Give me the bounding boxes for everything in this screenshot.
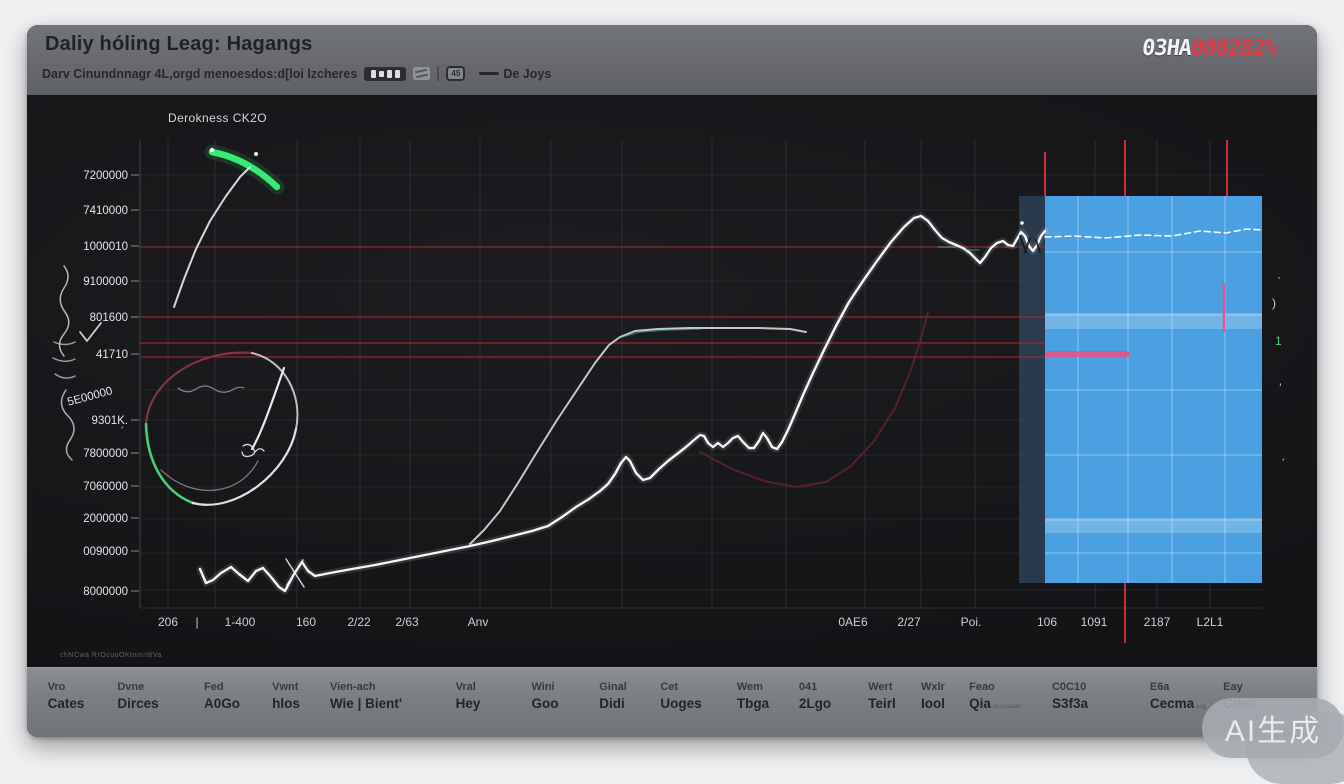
subtitle-row: Darv Cinundnnagr 4L,orgd menoesdos:d[loi… bbox=[42, 66, 551, 81]
chart-footnote: chNCwa RrOcuoOKtnmri8Va bbox=[60, 652, 162, 659]
app-window: Daliy hóling Leag: Hagangs Darv Cinundnn… bbox=[27, 25, 1317, 737]
counter-white-digits: 03HA bbox=[1141, 36, 1193, 61]
bottom-bar-item-label: Hey bbox=[456, 696, 481, 711]
bottom-bar-item[interactable]: Wini Goo bbox=[532, 681, 559, 711]
bottom-bar-item-label: Goo bbox=[532, 696, 559, 711]
bottom-bar-item-top: Wxlr bbox=[921, 681, 945, 693]
bottom-bar-item-label: Uoges bbox=[660, 696, 701, 711]
bottom-bar-item[interactable]: Cet Uoges bbox=[660, 681, 701, 711]
legend-dash-icon bbox=[479, 72, 499, 76]
chart-area: Derokness CK2O chNCwa RrOcuoOKtnmri8Va bbox=[27, 95, 1317, 668]
bottom-bar-item[interactable]: E6a Cecmaaug bbox=[1150, 681, 1206, 711]
bottom-bar-item-top: Cet bbox=[660, 681, 701, 693]
page-subtitle: Darv Cinundnnagr 4L,orgd menoesdos:d[loi… bbox=[42, 67, 357, 81]
bottom-bar-item[interactable]: Wem Tbga bbox=[737, 681, 769, 711]
bottom-bar-item[interactable]: Vral Hey bbox=[456, 681, 481, 711]
page-title: Daliy hóling Leag: Hagangs bbox=[45, 33, 312, 56]
bottom-bar-item-label: Qiaassuranab bbox=[969, 696, 1021, 711]
bottom-bar-item-suffix: assuranab bbox=[993, 704, 1021, 710]
bottom-bar-item-top: Ginal bbox=[599, 681, 627, 693]
divider bbox=[437, 66, 439, 81]
card-icon[interactable] bbox=[413, 67, 430, 80]
bottom-bar-item-top: Vral bbox=[456, 681, 481, 693]
bottom-bar-item[interactable]: Dvne Dirces bbox=[117, 681, 158, 711]
bottom-bar-item-label: hlos bbox=[272, 696, 300, 711]
bottom-bar-item[interactable]: Vwnt hlos bbox=[272, 681, 300, 711]
digital-counter: 03HA000282% bbox=[1141, 36, 1279, 61]
bottom-bar-item-label: Cates bbox=[48, 696, 85, 711]
bottom-bar-item[interactable]: Fed A0Go bbox=[204, 681, 240, 711]
bottom-bar-item-top: E6a bbox=[1150, 681, 1206, 693]
bottom-bar-item-label: Didi bbox=[599, 696, 627, 711]
equalizer-bars-icon[interactable] bbox=[364, 67, 406, 81]
bottom-bar-item-label: Wie | Bient' bbox=[330, 696, 402, 711]
bottom-bar-item-top: Eay bbox=[1223, 681, 1273, 693]
bottom-bar-item-top: Dvne bbox=[117, 681, 158, 693]
bottom-bar-item-top: Vien-ach bbox=[330, 681, 402, 693]
bottom-bar-item-top: Feao bbox=[969, 681, 1021, 693]
bottom-bar-item-label: Tbga bbox=[737, 696, 769, 711]
bottom-bar-item-top: 041 bbox=[799, 681, 831, 693]
ai-watermark: AI生成 bbox=[1202, 698, 1344, 758]
bottom-bar-item[interactable]: Feao Qiaassuranab bbox=[969, 681, 1021, 711]
bottom-bar-item-top: Fed bbox=[204, 681, 240, 693]
bottom-bar-item-label: S3f3a bbox=[1052, 696, 1088, 711]
bottom-bar-item[interactable]: Wxlr Iool bbox=[921, 681, 945, 711]
bottom-bar: Vro Cates Dvne Dirces Fed A0Go Vwnt hlos Vien-ac… bbox=[27, 667, 1317, 737]
chart-corner-label: Derokness CK2O bbox=[168, 111, 267, 125]
bottom-bar-item-label: Cecmaaug bbox=[1150, 696, 1206, 711]
badge-icon[interactable]: 45 bbox=[446, 66, 465, 81]
bottom-bar-item[interactable]: Vien-ach Wie | Bient' bbox=[330, 681, 402, 711]
bottom-bar-item-top: Vro bbox=[48, 681, 85, 693]
bottom-bar-item-top: C0C10 bbox=[1052, 681, 1088, 693]
bottom-bar-item-top: Wem bbox=[737, 681, 769, 693]
bottom-bar-item[interactable]: Wert Teirl bbox=[868, 681, 896, 711]
bottom-bar-item[interactable]: Ginal Didi bbox=[599, 681, 627, 711]
bottom-bar-item-top: Wert bbox=[868, 681, 896, 693]
bottom-bar-item[interactable]: Vro Cates bbox=[48, 681, 85, 711]
bottom-bar-item-suffix: aug bbox=[1196, 704, 1206, 710]
bottom-bar-item-label: 2Lgo bbox=[799, 696, 831, 711]
bottom-bar-item-label: A0Go bbox=[204, 696, 240, 711]
bottom-bar-columns: Vro Cates Dvne Dirces Fed A0Go Vwnt hlos Vien-ac… bbox=[27, 668, 1317, 737]
bottom-bar-item-top: Wini bbox=[532, 681, 559, 693]
bottom-bar-item-label: Teirl bbox=[868, 696, 896, 711]
bottom-bar-item-label: Dirces bbox=[117, 696, 158, 711]
bottom-bar-item-label: Iool bbox=[921, 696, 945, 711]
title-bar: Daliy hóling Leag: Hagangs Darv Cinundnn… bbox=[27, 25, 1317, 96]
bottom-bar-item[interactable]: 041 2Lgo bbox=[799, 681, 831, 711]
legend-label: De Joys bbox=[503, 67, 551, 81]
bottom-bar-item[interactable]: C0C10 S3f3a bbox=[1052, 681, 1088, 711]
legend-item[interactable]: De Joys bbox=[472, 67, 551, 81]
counter-red-digits: 000282% bbox=[1190, 36, 1279, 61]
bottom-bar-item-top: Vwnt bbox=[272, 681, 300, 693]
